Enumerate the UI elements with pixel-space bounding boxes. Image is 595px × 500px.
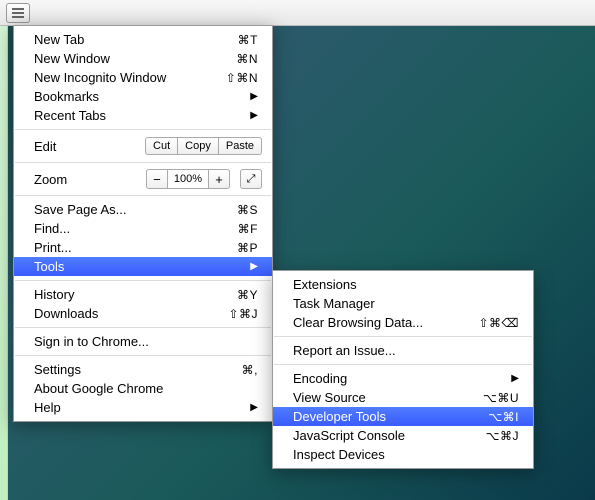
submenu-report-issue[interactable]: Report an Issue... — [273, 341, 533, 360]
menu-label: Inspect Devices — [293, 447, 519, 462]
menu-label: Extensions — [293, 277, 519, 292]
menu-label: Print... — [34, 240, 237, 255]
submenu-clear-browsing[interactable]: Clear Browsing Data... ⇧⌘⌫ — [273, 313, 533, 332]
shortcut: ⌘T — [238, 33, 258, 47]
menu-find[interactable]: Find... ⌘F — [14, 219, 272, 238]
menu-label: Sign in to Chrome... — [34, 334, 258, 349]
chrome-main-menu: New Tab ⌘T New Window ⌘N New Incognito W… — [13, 25, 273, 422]
menu-tools[interactable]: Tools ▶ — [14, 257, 272, 276]
menu-separator — [274, 364, 532, 365]
menu-label: Task Manager — [293, 296, 519, 311]
menu-new-tab[interactable]: New Tab ⌘T — [14, 30, 272, 49]
shortcut: ⌥⌘J — [486, 429, 519, 443]
zoom-in-button[interactable]: + — [208, 169, 230, 189]
submenu-arrow-icon: ▶ — [511, 373, 519, 384]
fullscreen-button[interactable]: ⤢ — [240, 169, 262, 189]
menu-label: New Window — [34, 51, 236, 66]
shortcut: ⌥⌘U — [483, 391, 519, 405]
menu-separator — [15, 195, 271, 196]
submenu-arrow-icon: ▶ — [250, 91, 258, 102]
cut-button[interactable]: Cut — [145, 137, 178, 155]
menu-label: Edit — [34, 139, 146, 154]
shortcut: ⌥⌘I — [488, 410, 519, 424]
menu-label: View Source — [293, 390, 483, 405]
shortcut: ⌘P — [237, 241, 258, 255]
menu-label: Encoding — [293, 371, 511, 386]
submenu-arrow-icon: ▶ — [250, 402, 258, 413]
shortcut: ⌘F — [238, 222, 258, 236]
menu-label: Clear Browsing Data... — [293, 315, 478, 330]
menu-settings[interactable]: Settings ⌘, — [14, 360, 272, 379]
shortcut: ⌘N — [236, 52, 258, 66]
fullscreen-icon: ⤢ — [247, 173, 256, 186]
menu-save-page[interactable]: Save Page As... ⌘S — [14, 200, 272, 219]
menu-label: Developer Tools — [293, 409, 488, 424]
browser-toolbar — [0, 0, 595, 26]
submenu-developer-tools[interactable]: Developer Tools ⌥⌘I — [273, 407, 533, 426]
zoom-out-button[interactable]: − — [146, 169, 168, 189]
menu-label: Downloads — [34, 306, 228, 321]
menu-signin[interactable]: Sign in to Chrome... — [14, 332, 272, 351]
menu-label: JavaScript Console — [293, 428, 486, 443]
menu-new-incognito[interactable]: New Incognito Window ⇧⌘N — [14, 68, 272, 87]
menu-label: Zoom — [34, 172, 146, 187]
menu-recent-tabs[interactable]: Recent Tabs ▶ — [14, 106, 272, 125]
menu-label: Find... — [34, 221, 238, 236]
submenu-arrow-icon: ▶ — [250, 261, 258, 272]
shortcut: ⇧⌘N — [226, 71, 258, 85]
hamburger-menu-button[interactable] — [6, 3, 30, 23]
shortcut: ⌘Y — [237, 288, 258, 302]
shortcut: ⌘S — [237, 203, 258, 217]
submenu-arrow-icon: ▶ — [250, 110, 258, 121]
tools-submenu: Extensions Task Manager Clear Browsing D… — [272, 270, 534, 469]
menu-label: New Tab — [34, 32, 238, 47]
menu-separator — [15, 129, 271, 130]
menu-label: Recent Tabs — [34, 108, 250, 123]
submenu-js-console[interactable]: JavaScript Console ⌥⌘J — [273, 426, 533, 445]
menu-separator — [15, 327, 271, 328]
menu-label: About Google Chrome — [34, 381, 258, 396]
paste-button[interactable]: Paste — [218, 137, 262, 155]
menu-separator — [274, 336, 532, 337]
menu-label: History — [34, 287, 237, 302]
submenu-extensions[interactable]: Extensions — [273, 275, 533, 294]
menu-label: Help — [34, 400, 250, 415]
submenu-encoding[interactable]: Encoding ▶ — [273, 369, 533, 388]
shortcut: ⌘, — [242, 363, 258, 377]
page-edge — [0, 26, 8, 500]
submenu-inspect-devices[interactable]: Inspect Devices — [273, 445, 533, 464]
menu-downloads[interactable]: Downloads ⇧⌘J — [14, 304, 272, 323]
menu-zoom-row: Zoom − 100% + ⤢ — [14, 167, 272, 191]
menu-separator — [15, 355, 271, 356]
shortcut: ⇧⌘J — [228, 307, 258, 321]
submenu-task-manager[interactable]: Task Manager — [273, 294, 533, 313]
menu-about[interactable]: About Google Chrome — [14, 379, 272, 398]
submenu-view-source[interactable]: View Source ⌥⌘U — [273, 388, 533, 407]
menu-label: Settings — [34, 362, 242, 377]
menu-new-window[interactable]: New Window ⌘N — [14, 49, 272, 68]
zoom-value: 100% — [168, 169, 208, 189]
menu-print[interactable]: Print... ⌘P — [14, 238, 272, 257]
menu-label: New Incognito Window — [34, 70, 226, 85]
menu-separator — [15, 162, 271, 163]
menu-history[interactable]: History ⌘Y — [14, 285, 272, 304]
menu-label: Save Page As... — [34, 202, 237, 217]
menu-label: Tools — [34, 259, 250, 274]
menu-edit-row: Edit Cut Copy Paste — [14, 134, 272, 158]
menu-label: Report an Issue... — [293, 343, 519, 358]
menu-label: Bookmarks — [34, 89, 250, 104]
shortcut: ⇧⌘⌫ — [478, 316, 519, 330]
menu-bookmarks[interactable]: Bookmarks ▶ — [14, 87, 272, 106]
menu-separator — [15, 280, 271, 281]
menu-help[interactable]: Help ▶ — [14, 398, 272, 417]
copy-button[interactable]: Copy — [177, 137, 219, 155]
